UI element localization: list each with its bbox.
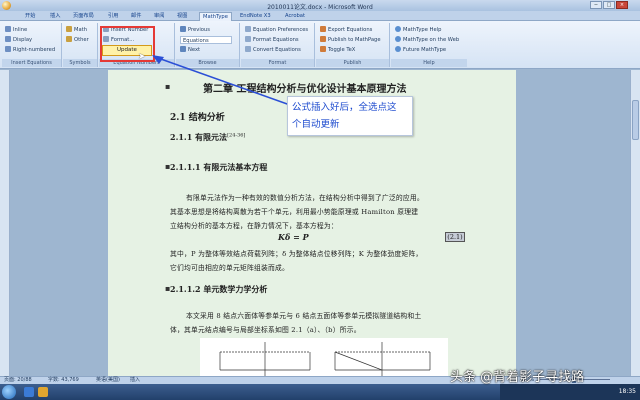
- future-mathtype-button[interactable]: Future MathType: [395, 46, 446, 54]
- arrow-left-icon: [180, 26, 186, 32]
- watermark: 头条 @背着影子寻找路: [450, 370, 585, 385]
- tab-view[interactable]: 视图: [177, 12, 187, 21]
- maximize-button[interactable]: □: [603, 1, 615, 9]
- close-button[interactable]: ×: [616, 1, 628, 9]
- status-mode[interactable]: 插入: [130, 377, 140, 384]
- vertical-scrollbar[interactable]: [630, 70, 640, 376]
- paragraph-line: 其中，P 为整体等效结点荷载列阵；δ 为整体结点位移列阵；K 为整体劲度矩阵，: [170, 250, 423, 258]
- toggle-tex-button[interactable]: Toggle TeX: [320, 46, 355, 54]
- other-symbols-button[interactable]: Other: [66, 36, 89, 44]
- paragraph-line: 有限单元法作为一种有效的数值分析方法，在结构分析中得到了广泛的应用。: [186, 194, 424, 202]
- display-equation-icon: [5, 36, 11, 42]
- previous-button[interactable]: Previous: [180, 26, 210, 34]
- highlight-box: [100, 26, 155, 62]
- taskbar: 18:35: [0, 384, 640, 400]
- group-publish: Export Equations Publish to MathPage Tog…: [316, 23, 390, 67]
- callout-line-1: 公式插入好后，全选点这: [292, 102, 397, 113]
- tab-endnote[interactable]: EndNote X3: [240, 12, 271, 21]
- tab-references[interactable]: 引用: [108, 12, 118, 21]
- export-icon: [320, 26, 326, 32]
- tex-icon: [320, 46, 326, 52]
- minimize-button[interactable]: −: [590, 1, 602, 9]
- omega-icon: [66, 36, 72, 42]
- scrollbar-thumb[interactable]: [632, 100, 639, 140]
- browse-type-select[interactable]: Equations: [180, 36, 232, 44]
- explorer-app-icon[interactable]: [38, 387, 48, 397]
- paragraph-line: 立结构分析的基本方程，在静力情况下，基本方程为：: [170, 222, 338, 230]
- tab-home[interactable]: 开始: [25, 12, 35, 21]
- status-words[interactable]: 字数: 43,769: [48, 377, 79, 384]
- mathtype-web-button[interactable]: MathType on the Web: [395, 36, 459, 44]
- paragraph-line: 其基本思想是将结构离散为若干个单元，利用最小势能原理或 Hamilton 原理建: [170, 208, 419, 216]
- equation-preferences-button[interactable]: Equation Preferences: [245, 26, 308, 34]
- math-symbols-button[interactable]: Math: [66, 26, 87, 34]
- mathtype-ribbon: Inline Display Right-numbered Insert Equ…: [0, 21, 640, 69]
- system-tray: 18:35: [500, 384, 640, 400]
- vertical-ruler: [0, 70, 10, 376]
- right-numbered-button[interactable]: Right-numbered: [5, 46, 55, 54]
- format-equations-button[interactable]: Format Equations: [245, 36, 299, 44]
- start-button-icon[interactable]: [2, 385, 16, 399]
- group-caption-publish: Publish: [316, 59, 389, 67]
- mouse-cursor-icon: ➤: [138, 52, 146, 62]
- preferences-icon: [245, 26, 251, 32]
- display-button[interactable]: Display: [5, 36, 32, 44]
- callout-arrow: [152, 55, 291, 106]
- inline-button[interactable]: Inline: [5, 26, 27, 34]
- export-equations-button[interactable]: Export Equations: [320, 26, 372, 34]
- publish-mathpage-button[interactable]: Publish to MathPage: [320, 36, 381, 44]
- section-heading-2-1-1-2: 2.1.1.2 单元数学力学分析: [170, 284, 268, 294]
- mathtype-help-button[interactable]: MathType Help: [395, 26, 441, 34]
- next-button[interactable]: Next: [180, 46, 200, 54]
- group-caption-help: Help: [391, 59, 467, 67]
- group-insert-equations: Inline Display Right-numbered Insert Equ…: [2, 23, 62, 67]
- tab-page-layout[interactable]: 页面布局: [73, 12, 94, 21]
- group-help: MathType Help MathType on the Web Future…: [391, 23, 467, 67]
- annotation-callout: 公式插入好后，全选点这 个自动更新: [287, 96, 413, 136]
- sigma-icon: [66, 26, 72, 32]
- section-heading-2-1-1-1: 2.1.1.1 有限元法基本方程: [170, 162, 268, 172]
- status-language[interactable]: 英语(美国): [96, 377, 120, 384]
- tab-mathtype[interactable]: MathType: [199, 12, 232, 21]
- paragraph-line: 本文采用 8 结点六面体等参单元与 6 结点五面体等参单元模拟隧道结构和土: [186, 312, 422, 320]
- group-caption-symbols: Symbols: [63, 59, 97, 67]
- tab-review[interactable]: 审阅: [154, 12, 164, 21]
- group-caption-insert-equations: Insert Equations: [2, 59, 61, 67]
- future-icon: [395, 46, 401, 52]
- callout-line-2: 个自动更新: [292, 119, 340, 130]
- tab-acrobat[interactable]: Acrobat: [285, 12, 305, 21]
- convert-equations-button[interactable]: Convert Equations: [245, 46, 301, 54]
- word-app-icon[interactable]: [24, 387, 34, 397]
- section-heading-2-1-1: 2.1.1 有限元法[24-36]: [170, 132, 246, 142]
- taskbar-clock[interactable]: 18:35: [619, 388, 636, 395]
- window-title: 2010011论文.docx - Microsoft Word: [267, 4, 373, 11]
- equation[interactable]: Kδ = P: [278, 232, 309, 242]
- ribbon-tabs: 开始 插入 页面布局 引用 邮件 审阅 视图 MathType EndNote …: [0, 11, 640, 21]
- inline-equation-icon: [5, 26, 11, 32]
- help-icon: [395, 26, 401, 32]
- title-bar: 2010011论文.docx - Microsoft Word − □ ×: [0, 0, 640, 11]
- tab-insert[interactable]: 插入: [50, 12, 60, 21]
- arrow-right-icon: [180, 46, 186, 52]
- format-equations-icon: [245, 36, 251, 42]
- convert-icon: [245, 46, 251, 52]
- element-figure: [200, 338, 448, 376]
- group-symbols: Math Other Symbols: [63, 23, 98, 67]
- paragraph-line: 它们均可由相应的单元矩阵组装而成。: [170, 264, 289, 272]
- citation-marker: [24-36]: [227, 132, 246, 139]
- status-page[interactable]: 页面: 20/88: [4, 377, 32, 384]
- paragraph-line: 体，其单元结点编号与局部坐标系如图 2.1（a）、（b）所示。: [170, 326, 361, 334]
- right-numbered-icon: [5, 46, 11, 52]
- tab-mailings[interactable]: 邮件: [131, 12, 141, 21]
- globe-icon: [395, 36, 401, 42]
- mathpage-icon: [320, 36, 326, 42]
- equation-number[interactable]: (2.1): [445, 232, 465, 242]
